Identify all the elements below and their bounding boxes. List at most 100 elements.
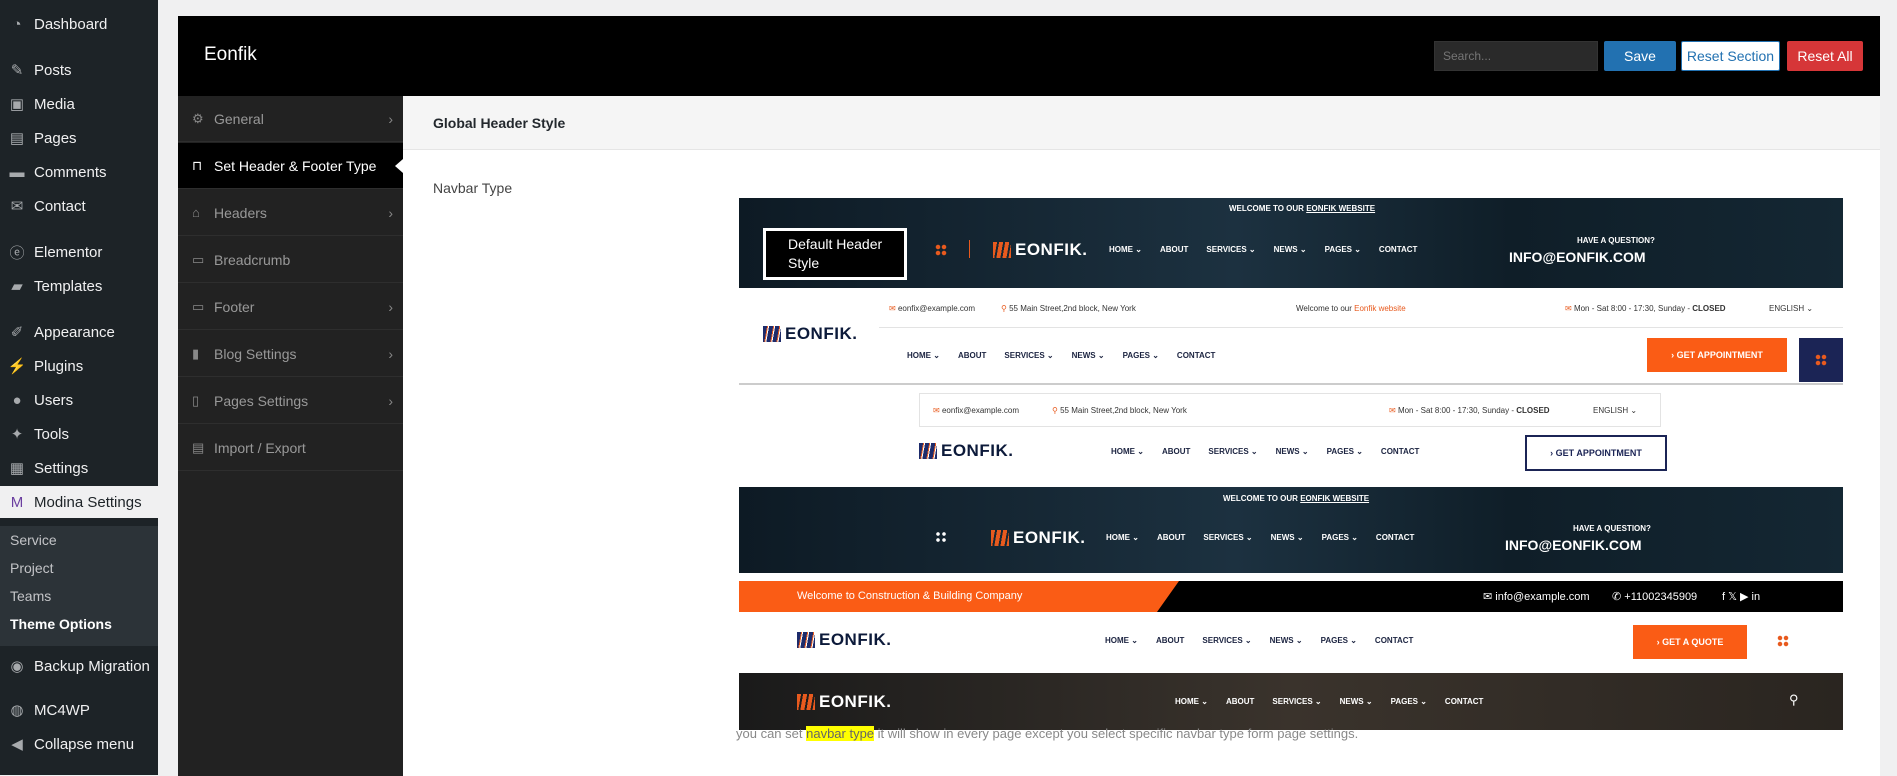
menu-about: ABOUT: [1225, 697, 1255, 706]
search-input[interactable]: [1434, 41, 1598, 71]
h4-menu: HOME ⌄ ABOUT SERVICES ⌄ NEWS ⌄ PAGES ⌄ CONTAC…: [1106, 533, 1414, 542]
tab-headers[interactable]: ⌂ Headers ›: [178, 190, 403, 236]
h1-dots-icon: [935, 244, 947, 256]
settings-icon: ▦: [9, 460, 25, 477]
h5-social-icons: f 𝕏 ▶ in: [1722, 591, 1761, 603]
header-option-1[interactable]: WELCOME TO OUR EONFIK WEBSITE Default He…: [739, 198, 1843, 288]
h4-logo: EONFIK.: [991, 528, 1085, 548]
wp-menu-modina-settings[interactable]: M Modina Settings: [0, 486, 158, 518]
tab-footer[interactable]: ▭ Footer ›: [178, 284, 403, 330]
h3-menu: HOME ⌄ ABOUT SERVICES ⌄ NEWS ⌄ PAGES ⌄ CONTAC…: [1111, 447, 1419, 456]
media-icon: ▣: [9, 96, 25, 113]
wp-menu-label: Comments: [34, 163, 107, 181]
logo-mark-icon: [991, 530, 1009, 546]
header-option-6[interactable]: EONFIK. HOME ⌄ ABOUT SERVICES ⌄ NEWS ⌄ PAGES…: [739, 673, 1843, 730]
h5-menu: HOME ⌄ ABOUT SERVICES ⌄ NEWS ⌄ PAGES ⌄ CONTAC…: [1105, 636, 1413, 645]
theme-options-panel: Eonfik Save Reset Section Reset All ⚙ Gen…: [178, 16, 1880, 776]
tab-import-export[interactable]: ▤ Import / Export: [178, 425, 403, 471]
tab-set-header-footer-type[interactable]: ⊓ Set Header & Footer Type: [178, 143, 403, 189]
h3-address: ⚲ 55 Main Street,2nd block, New York: [1052, 406, 1187, 415]
menu-pages: PAGES ⌄: [1320, 636, 1357, 645]
h2-dots-icon: [1815, 354, 1827, 366]
wp-menu-label: Users: [34, 391, 74, 409]
h3-logo: EONFIK.: [919, 441, 1013, 461]
menu-contact: CONTACT: [1380, 447, 1420, 456]
menu-contact: CONTACT: [1375, 533, 1415, 542]
h5-quote-button: › GET A QUOTE: [1633, 625, 1747, 659]
h6-menu: HOME ⌄ ABOUT SERVICES ⌄ NEWS ⌄ PAGES ⌄ CONTAC…: [1175, 697, 1483, 706]
wp-menu-templates[interactable]: ▰ Templates: [0, 270, 158, 302]
menu-home: HOME ⌄: [907, 351, 940, 360]
dashboard-icon: ◔: [12, 15, 22, 33]
navbar-type-description: you can set navbar type it will show in …: [736, 726, 1359, 741]
wp-menu-backup-migration[interactable]: ◉ Backup Migration: [0, 650, 158, 682]
wp-menu-media[interactable]: ▣ Media: [0, 88, 158, 120]
submenu-service[interactable]: Service: [0, 526, 158, 554]
tab-blog-settings[interactable]: ▮ Blog Settings ›: [178, 331, 403, 377]
tab-general[interactable]: ⚙ General ›: [178, 96, 403, 142]
home-icon: ⌂: [192, 205, 200, 220]
menu-news: NEWS ⌄: [1273, 245, 1307, 254]
footer-icon: ▭: [192, 298, 205, 314]
header-option-2[interactable]: EONFIK. ✉ eonfix@example.com ⚲ 55 Main S…: [739, 288, 1843, 385]
h5-logo: EONFIK.: [797, 630, 891, 650]
header-option-5[interactable]: Welcome to Construction & Building Compa…: [739, 581, 1843, 673]
h4-dots-icon: [935, 531, 947, 543]
menu-news: NEWS ⌄: [1275, 447, 1309, 456]
wp-menu-comments[interactable]: ▬ Comments: [0, 156, 158, 188]
save-button[interactable]: Save: [1604, 41, 1676, 71]
pin-icon: ✎: [10, 62, 24, 79]
wp-menu-tools[interactable]: ✦ Tools: [0, 418, 158, 450]
h4-question: HAVE A QUESTION?: [1573, 524, 1651, 533]
folder-icon: ▰: [11, 278, 23, 295]
brush-icon: ✐: [10, 324, 24, 341]
menu-about: ABOUT: [1159, 245, 1189, 254]
wp-menu-posts[interactable]: ✎ Posts: [0, 54, 158, 86]
menu-pages: PAGES ⌄: [1321, 533, 1358, 542]
h1-logo: EONFIK.: [993, 240, 1087, 260]
menu-about: ABOUT: [1155, 636, 1185, 645]
wp-menu-label: MC4WP: [34, 701, 90, 719]
chevron-right-icon: ›: [388, 392, 393, 409]
h2-appointment-button: › GET APPOINTMENT: [1647, 338, 1787, 372]
submenu-project[interactable]: Project: [0, 554, 158, 582]
header-option-4[interactable]: WELCOME TO OUR EONFIK WEBSITE EONFIK. HO…: [739, 487, 1843, 573]
menu-about: ABOUT: [957, 351, 987, 360]
menu-about: ABOUT: [1156, 533, 1186, 542]
menu-about: ABOUT: [1161, 447, 1191, 456]
menu-services: SERVICES ⌄: [1202, 636, 1252, 645]
wp-menu-users[interactable]: ● Users: [0, 384, 158, 416]
wp-menu-contact[interactable]: ✉ Contact: [0, 190, 158, 222]
tab-breadcrumb[interactable]: ▭ Breadcrumb: [178, 237, 403, 283]
tab-pages-settings[interactable]: ▯ Pages Settings ›: [178, 378, 403, 424]
wp-menu-pages[interactable]: ▤ Pages: [0, 122, 158, 154]
menu-news: NEWS ⌄: [1339, 697, 1373, 706]
menu-contact: CONTACT: [1444, 697, 1484, 706]
import-export-icon: ▤: [192, 439, 205, 455]
h3-appointment-button: › GET APPOINTMENT: [1525, 435, 1667, 471]
highlight: navbar type: [806, 726, 875, 741]
reset-section-button[interactable]: Reset Section: [1681, 41, 1780, 71]
wp-menu-collapse-menu[interactable]: ◀ Collapse menu: [0, 728, 158, 760]
wp-menu-plugins[interactable]: ⚡ Plugins: [0, 350, 158, 382]
h4-welcome: WELCOME TO OUR EONFIK WEBSITE: [1223, 494, 1370, 503]
h5-phone: ✆ +11002345909: [1612, 591, 1698, 603]
submenu-theme-options[interactable]: Theme Options: [0, 610, 158, 638]
wp-menu-dashboard[interactable]: ◔ Dashboard: [0, 8, 158, 40]
reset-all-button[interactable]: Reset All: [1787, 41, 1863, 71]
menu-services: SERVICES ⌄: [1272, 697, 1322, 706]
wp-menu-label: Collapse menu: [34, 735, 135, 753]
header-option-3[interactable]: ✉ eonfix@example.com ⚲ 55 Main Street,2n…: [739, 385, 1843, 483]
wp-menu-appearance[interactable]: ✐ Appearance: [0, 316, 158, 348]
logo-mark-icon: [919, 443, 937, 459]
wp-menu-mc4wp[interactable]: ◍ MC4WP: [0, 694, 158, 726]
wp-menu-label: Settings: [34, 459, 89, 477]
wp-menu-elementor[interactable]: ⓔ Elementor: [0, 236, 158, 268]
h3-email: ✉ eonfix@example.com: [933, 406, 1019, 415]
wp-menu-label: Appearance: [34, 323, 115, 341]
logo-mark-icon: [797, 694, 815, 710]
wp-menu-settings[interactable]: ▦ Settings: [0, 452, 158, 484]
wp-menu-label: Templates: [34, 277, 103, 295]
selected-header-label: Default Header Style: [763, 228, 907, 280]
submenu-teams[interactable]: Teams: [0, 582, 158, 610]
